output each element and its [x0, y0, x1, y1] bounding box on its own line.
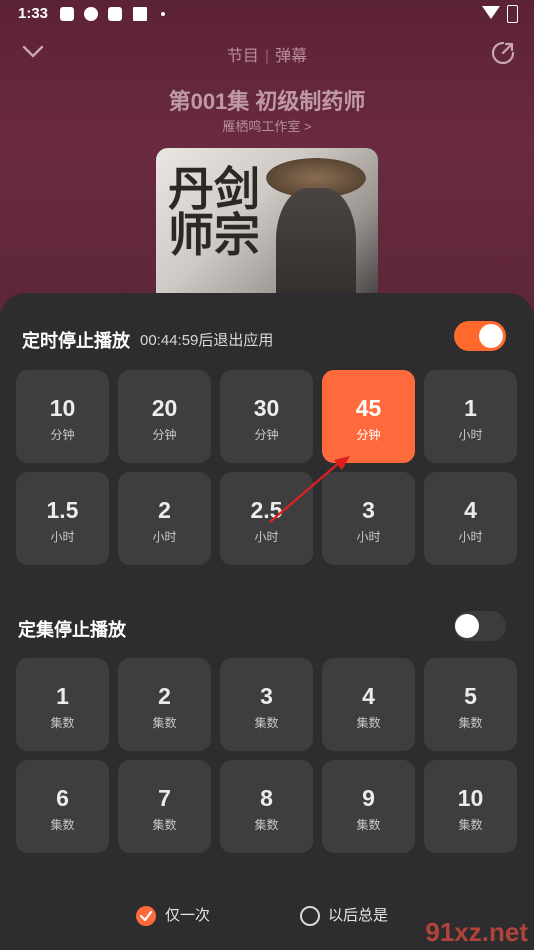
notification-icon: [60, 7, 74, 21]
episode-option[interactable]: 6 集数: [16, 760, 109, 853]
episode-option-unit: 集数: [458, 818, 483, 832]
battery-icon: [507, 5, 518, 23]
cover-figure: [276, 188, 356, 308]
episode-option-unit: 集数: [356, 716, 381, 730]
tab-program[interactable]: 节目: [227, 48, 259, 65]
always-option-label[interactable]: 以后总是: [328, 904, 388, 925]
episode-option-value: 10: [457, 785, 484, 811]
timer-option-value: 2: [158, 497, 171, 523]
episode-option-value: 9: [362, 785, 375, 811]
episode-option[interactable]: 5 集数: [424, 658, 517, 751]
timer-option[interactable]: 1 小时: [424, 370, 517, 463]
timer-option-unit: 小时: [458, 530, 483, 544]
episode-option[interactable]: 3 集数: [220, 658, 313, 751]
episode-option-unit: 集数: [254, 716, 279, 730]
episode-option-unit: 集数: [458, 716, 483, 730]
episode-option[interactable]: 9 集数: [322, 760, 415, 853]
cover-title-art: 丹剑 师宗: [168, 162, 260, 262]
timer-option-unit: 小时: [254, 530, 279, 544]
timer-option-value: 45: [355, 395, 382, 421]
episode-option-value: 1: [56, 683, 69, 709]
episode-title: 第001集 初级制药师: [168, 89, 366, 114]
app-notification-icon: [84, 7, 98, 21]
header-tabs: 节目 | 弹幕: [0, 42, 534, 66]
site-watermark: 91xz.net: [425, 917, 528, 947]
episode-option-unit: 集数: [50, 716, 75, 730]
episode-option-unit: 集数: [152, 818, 177, 832]
timer-toggle[interactable]: [454, 321, 506, 351]
timer-option-unit: 小时: [458, 428, 483, 442]
episode-option[interactable]: 2 集数: [118, 658, 211, 751]
episode-toggle[interactable]: [454, 611, 506, 641]
timer-option-value: 30: [253, 395, 280, 421]
timer-option[interactable]: 4 小时: [424, 472, 517, 565]
wifi-icon: [482, 6, 500, 19]
timer-option-unit: 分钟: [152, 428, 177, 442]
timer-option-value: 3: [362, 497, 375, 523]
timer-option[interactable]: 2.5 小时: [220, 472, 313, 565]
tab-danmaku[interactable]: 弹幕: [275, 48, 307, 65]
episode-option-value: 8: [260, 785, 273, 811]
status-bar: 1:33: [0, 0, 534, 30]
episode-option-unit: 集数: [356, 818, 381, 832]
album-cover: 丹剑 师宗: [156, 148, 378, 308]
more-notifications-icon: [161, 12, 165, 16]
always-radio[interactable]: [300, 906, 320, 926]
timer-option[interactable]: 3 小时: [322, 472, 415, 565]
timer-option-value: 20: [151, 395, 178, 421]
toggle-knob: [479, 324, 503, 348]
timer-option-unit: 小时: [356, 530, 381, 544]
episode-option-value: 2: [158, 683, 171, 709]
once-radio-checked[interactable]: [136, 906, 156, 926]
episode-section-title: 定集停止播放: [18, 620, 126, 640]
studio-link[interactable]: 雁栖鸣工作室 >: [0, 116, 534, 135]
episode-option[interactable]: 10 集数: [424, 760, 517, 853]
episode-option-unit: 集数: [50, 818, 75, 832]
tab-divider: |: [264, 48, 270, 65]
share-icon[interactable]: [490, 40, 516, 66]
timer-option-unit: 分钟: [356, 428, 381, 442]
timer-option-value: 2.5: [250, 497, 283, 523]
calendar-icon: [108, 7, 122, 21]
toggle-knob: [455, 614, 479, 638]
episode-option-unit: 集数: [152, 716, 177, 730]
timer-option[interactable]: 2 小时: [118, 472, 211, 565]
timer-section-title: 定时停止播放: [22, 331, 130, 351]
episode-option-value: 4: [362, 683, 375, 709]
timer-option-unit: 小时: [152, 530, 177, 544]
timer-option[interactable]: 20 分钟: [118, 370, 211, 463]
timer-option-value: 1: [464, 395, 477, 421]
status-time: 1:33: [18, 5, 49, 22]
timer-option[interactable]: 10 分钟: [16, 370, 109, 463]
once-option-label[interactable]: 仅一次: [165, 904, 210, 925]
check-icon: [139, 910, 153, 922]
timer-countdown-status: 00:44:59后退出应用: [140, 332, 274, 349]
episode-option[interactable]: 7 集数: [118, 760, 211, 853]
timer-option-selected[interactable]: 45 分钟: [322, 370, 415, 463]
timer-option-value: 4: [464, 497, 477, 523]
timer-option-unit: 小时: [50, 530, 75, 544]
episode-option-value: 5: [464, 683, 477, 709]
timer-option-value: 10: [49, 395, 76, 421]
square-notification-icon: [133, 7, 147, 21]
timer-option[interactable]: 30 分钟: [220, 370, 313, 463]
episode-option-value: 7: [158, 785, 171, 811]
episode-option-value: 6: [56, 785, 69, 811]
episode-option[interactable]: 4 集数: [322, 658, 415, 751]
episode-option[interactable]: 8 集数: [220, 760, 313, 853]
episode-option[interactable]: 1 集数: [16, 658, 109, 751]
episode-option-value: 3: [260, 683, 273, 709]
timer-option-value: 1.5: [46, 497, 79, 523]
timer-option-unit: 分钟: [254, 428, 279, 442]
timer-option[interactable]: 1.5 小时: [16, 472, 109, 565]
episode-option-unit: 集数: [254, 818, 279, 832]
timer-option-unit: 分钟: [50, 428, 75, 442]
